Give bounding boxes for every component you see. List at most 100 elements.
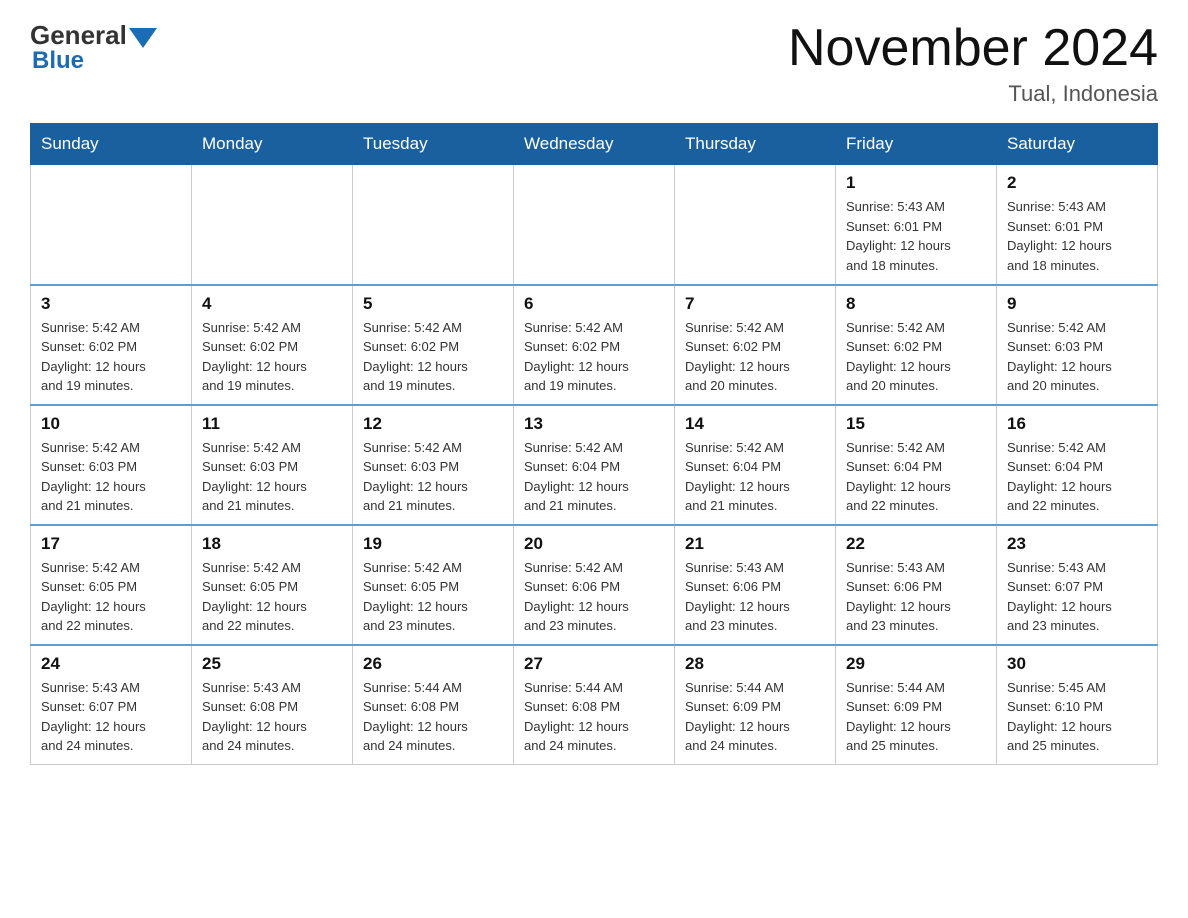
calendar-cell: 21 Sunrise: 5:43 AMSunset: 6:06 PMDayligh… — [675, 525, 836, 645]
day-number: 5 — [363, 294, 503, 314]
calendar-cell: 18Sunrise: 5:42 AMSunset: 6:05 PMDayligh… — [192, 525, 353, 645]
day-number: 27 — [524, 654, 664, 674]
day-number: 30 — [1007, 654, 1147, 674]
calendar-cell: 27Sunrise: 5:44 AMSunset: 6:08 PMDayligh… — [514, 645, 675, 765]
day-number: 29 — [846, 654, 986, 674]
day-number: 1 — [846, 173, 986, 193]
calendar-cell: 26 Sunrise: 5:44 AMSunset: 6:08 PMDayligh… — [353, 645, 514, 765]
calendar-week-row: 1 Sunrise: 5:43 AMSunset: 6:01 PMDaylight… — [31, 165, 1158, 285]
col-friday: Friday — [836, 124, 997, 165]
day-number: 2 — [1007, 173, 1147, 193]
calendar-cell — [514, 165, 675, 285]
calendar-cell: 8 Sunrise: 5:42 AMSunset: 6:02 PMDaylight… — [836, 285, 997, 405]
calendar-cell: 9Sunrise: 5:42 AMSunset: 6:03 PMDaylight… — [997, 285, 1158, 405]
calendar-cell: 11 Sunrise: 5:42 AMSunset: 6:03 PMDayligh… — [192, 405, 353, 525]
calendar-cell: 7 Sunrise: 5:42 AMSunset: 6:02 PMDaylight… — [675, 285, 836, 405]
calendar-cell: 23Sunrise: 5:43 AMSunset: 6:07 PMDayligh… — [997, 525, 1158, 645]
calendar-cell: 5Sunrise: 5:42 AMSunset: 6:02 PMDaylight… — [353, 285, 514, 405]
calendar-cell: 1 Sunrise: 5:43 AMSunset: 6:01 PMDaylight… — [836, 165, 997, 285]
calendar-cell: 6 Sunrise: 5:42 AMSunset: 6:02 PMDaylight… — [514, 285, 675, 405]
day-info: Sunrise: 5:42 AMSunset: 6:02 PMDaylight:… — [685, 318, 825, 396]
day-info: Sunrise: 5:42 AMSunset: 6:04 PMDaylight:… — [524, 438, 664, 516]
day-number: 9 — [1007, 294, 1147, 314]
day-number: 21 — [685, 534, 825, 554]
calendar-cell: 20Sunrise: 5:42 AMSunset: 6:06 PMDayligh… — [514, 525, 675, 645]
page-title: November 2024 — [788, 20, 1158, 77]
calendar-cell: 24 Sunrise: 5:43 AMSunset: 6:07 PMDayligh… — [31, 645, 192, 765]
logo-blue-text: Blue — [32, 47, 84, 75]
day-info: Sunrise: 5:45 AMSunset: 6:10 PMDaylight:… — [1007, 678, 1147, 756]
calendar-cell — [31, 165, 192, 285]
day-number: 15 — [846, 414, 986, 434]
day-info: Sunrise: 5:42 AMSunset: 6:04 PMDaylight:… — [685, 438, 825, 516]
calendar-cell: 12 Sunrise: 5:42 AMSunset: 6:03 PMDayligh… — [353, 405, 514, 525]
col-sunday: Sunday — [31, 124, 192, 165]
col-thursday: Thursday — [675, 124, 836, 165]
day-info: Sunrise: 5:42 AMSunset: 6:05 PMDaylight:… — [41, 558, 181, 636]
day-number: 22 — [846, 534, 986, 554]
day-number: 14 — [685, 414, 825, 434]
day-number: 10 — [41, 414, 181, 434]
col-tuesday: Tuesday — [353, 124, 514, 165]
calendar-cell: 22 Sunrise: 5:43 AMSunset: 6:06 PMDayligh… — [836, 525, 997, 645]
day-info: Sunrise: 5:42 AMSunset: 6:03 PMDaylight:… — [363, 438, 503, 516]
day-info: Sunrise: 5:42 AMSunset: 6:03 PMDaylight:… — [41, 438, 181, 516]
col-wednesday: Wednesday — [514, 124, 675, 165]
day-info: Sunrise: 5:42 AMSunset: 6:03 PMDaylight:… — [202, 438, 342, 516]
day-info: Sunrise: 5:43 AMSunset: 6:01 PMDaylight:… — [1007, 197, 1147, 275]
day-info: Sunrise: 5:43 AMSunset: 6:06 PMDaylight:… — [685, 558, 825, 636]
calendar-cell: 13 Sunrise: 5:42 AMSunset: 6:04 PMDayligh… — [514, 405, 675, 525]
day-info: Sunrise: 5:42 AMSunset: 6:04 PMDaylight:… — [1007, 438, 1147, 516]
logo-triangle-icon — [129, 28, 157, 48]
day-number: 12 — [363, 414, 503, 434]
day-info: Sunrise: 5:42 AMSunset: 6:02 PMDaylight:… — [524, 318, 664, 396]
logo: General Blue — [30, 20, 157, 75]
day-number: 28 — [685, 654, 825, 674]
calendar-cell: 17 Sunrise: 5:42 AMSunset: 6:05 PMDayligh… — [31, 525, 192, 645]
day-number: 16 — [1007, 414, 1147, 434]
day-info: Sunrise: 5:42 AMSunset: 6:02 PMDaylight:… — [202, 318, 342, 396]
day-info: Sunrise: 5:43 AMSunset: 6:06 PMDaylight:… — [846, 558, 986, 636]
day-info: Sunrise: 5:44 AMSunset: 6:08 PMDaylight:… — [363, 678, 503, 756]
day-info: Sunrise: 5:42 AMSunset: 6:02 PMDaylight:… — [846, 318, 986, 396]
day-number: 11 — [202, 414, 342, 434]
day-number: 19 — [363, 534, 503, 554]
title-area: November 2024 Tual, Indonesia — [788, 20, 1158, 107]
calendar-cell: 30 Sunrise: 5:45 AMSunset: 6:10 PMDayligh… — [997, 645, 1158, 765]
day-number: 13 — [524, 414, 664, 434]
day-info: Sunrise: 5:43 AMSunset: 6:01 PMDaylight:… — [846, 197, 986, 275]
day-number: 4 — [202, 294, 342, 314]
day-number: 6 — [524, 294, 664, 314]
calendar-week-row: 10 Sunrise: 5:42 AMSunset: 6:03 PMDayligh… — [31, 405, 1158, 525]
calendar-cell: 25Sunrise: 5:43 AMSunset: 6:08 PMDayligh… — [192, 645, 353, 765]
day-number: 17 — [41, 534, 181, 554]
calendar-cell: 10 Sunrise: 5:42 AMSunset: 6:03 PMDayligh… — [31, 405, 192, 525]
calendar-table: Sunday Monday Tuesday Wednesday Thursday… — [30, 123, 1158, 765]
calendar-cell: 19 Sunrise: 5:42 AMSunset: 6:05 PMDayligh… — [353, 525, 514, 645]
calendar-cell: 3Sunrise: 5:42 AMSunset: 6:02 PMDaylight… — [31, 285, 192, 405]
day-number: 3 — [41, 294, 181, 314]
day-info: Sunrise: 5:43 AMSunset: 6:07 PMDaylight:… — [1007, 558, 1147, 636]
header: General Blue November 2024 Tual, Indones… — [30, 20, 1158, 107]
day-number: 7 — [685, 294, 825, 314]
day-number: 8 — [846, 294, 986, 314]
calendar-cell — [192, 165, 353, 285]
day-info: Sunrise: 5:43 AMSunset: 6:07 PMDaylight:… — [41, 678, 181, 756]
calendar-cell: 28Sunrise: 5:44 AMSunset: 6:09 PMDayligh… — [675, 645, 836, 765]
calendar-cell: 29Sunrise: 5:44 AMSunset: 6:09 PMDayligh… — [836, 645, 997, 765]
day-number: 24 — [41, 654, 181, 674]
calendar-week-row: 17 Sunrise: 5:42 AMSunset: 6:05 PMDayligh… — [31, 525, 1158, 645]
location-subtitle: Tual, Indonesia — [788, 81, 1158, 107]
calendar-cell: 2 Sunrise: 5:43 AMSunset: 6:01 PMDaylight… — [997, 165, 1158, 285]
day-number: 26 — [363, 654, 503, 674]
calendar-header-row: Sunday Monday Tuesday Wednesday Thursday… — [31, 124, 1158, 165]
day-number: 20 — [524, 534, 664, 554]
day-info: Sunrise: 5:43 AMSunset: 6:08 PMDaylight:… — [202, 678, 342, 756]
day-info: Sunrise: 5:42 AMSunset: 6:04 PMDaylight:… — [846, 438, 986, 516]
day-number: 18 — [202, 534, 342, 554]
calendar-week-row: 24 Sunrise: 5:43 AMSunset: 6:07 PMDayligh… — [31, 645, 1158, 765]
calendar-cell: 15 Sunrise: 5:42 AMSunset: 6:04 PMDayligh… — [836, 405, 997, 525]
day-info: Sunrise: 5:42 AMSunset: 6:05 PMDaylight:… — [363, 558, 503, 636]
calendar-cell: 4 Sunrise: 5:42 AMSunset: 6:02 PMDaylight… — [192, 285, 353, 405]
calendar-cell: 16 Sunrise: 5:42 AMSunset: 6:04 PMDayligh… — [997, 405, 1158, 525]
